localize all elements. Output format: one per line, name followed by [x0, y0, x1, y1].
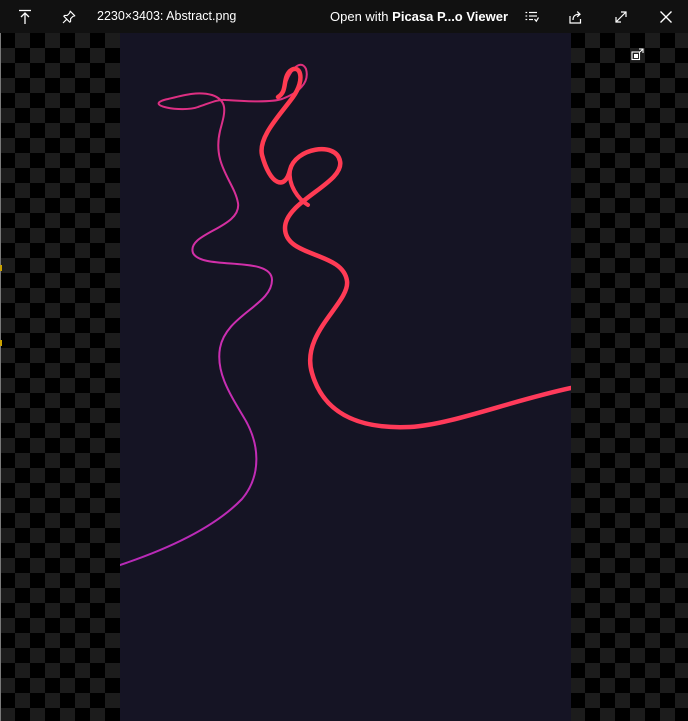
- title-bar: 2230×3403: Abstract.png Open with Picasa…: [0, 0, 688, 33]
- share-button[interactable]: [556, 0, 596, 33]
- pin-icon: [62, 10, 76, 23]
- open-with-button[interactable]: Open with Picasa P...o Viewer: [330, 0, 508, 33]
- arrow-up-to-line-icon: [19, 9, 31, 24]
- close-icon: [660, 10, 672, 23]
- pin-button[interactable]: [49, 0, 89, 33]
- file-title: 2230×3403: Abstract.png: [97, 9, 237, 23]
- thin-magenta-curve: [120, 63, 308, 566]
- edge-indicator-mark: [0, 340, 2, 346]
- open-with-prefix: Open with: [330, 9, 393, 24]
- back-to-top-button[interactable]: [5, 0, 45, 33]
- list-view-button[interactable]: [512, 0, 552, 33]
- photo-viewer-window: 2230×3403: Abstract.png Open with Picasa…: [0, 0, 688, 721]
- abstract-image: [120, 33, 571, 721]
- share-icon: [569, 10, 582, 24]
- abstract-line-art: [120, 63, 571, 566]
- compact-overlay-button[interactable]: [626, 43, 648, 65]
- edge-indicator-mark: [0, 265, 2, 271]
- thick-red-curve: [259, 66, 571, 430]
- fullscreen-button[interactable]: [601, 0, 641, 33]
- close-button[interactable]: [646, 0, 686, 33]
- open-with-app-name: Picasa P...o Viewer: [392, 9, 509, 24]
- window-left-border: [0, 33, 1, 721]
- expand-icon: [615, 10, 627, 23]
- compact-overlay-icon: [630, 47, 644, 60]
- image-viewport[interactable]: [0, 33, 688, 721]
- list-view-icon: [525, 11, 539, 22]
